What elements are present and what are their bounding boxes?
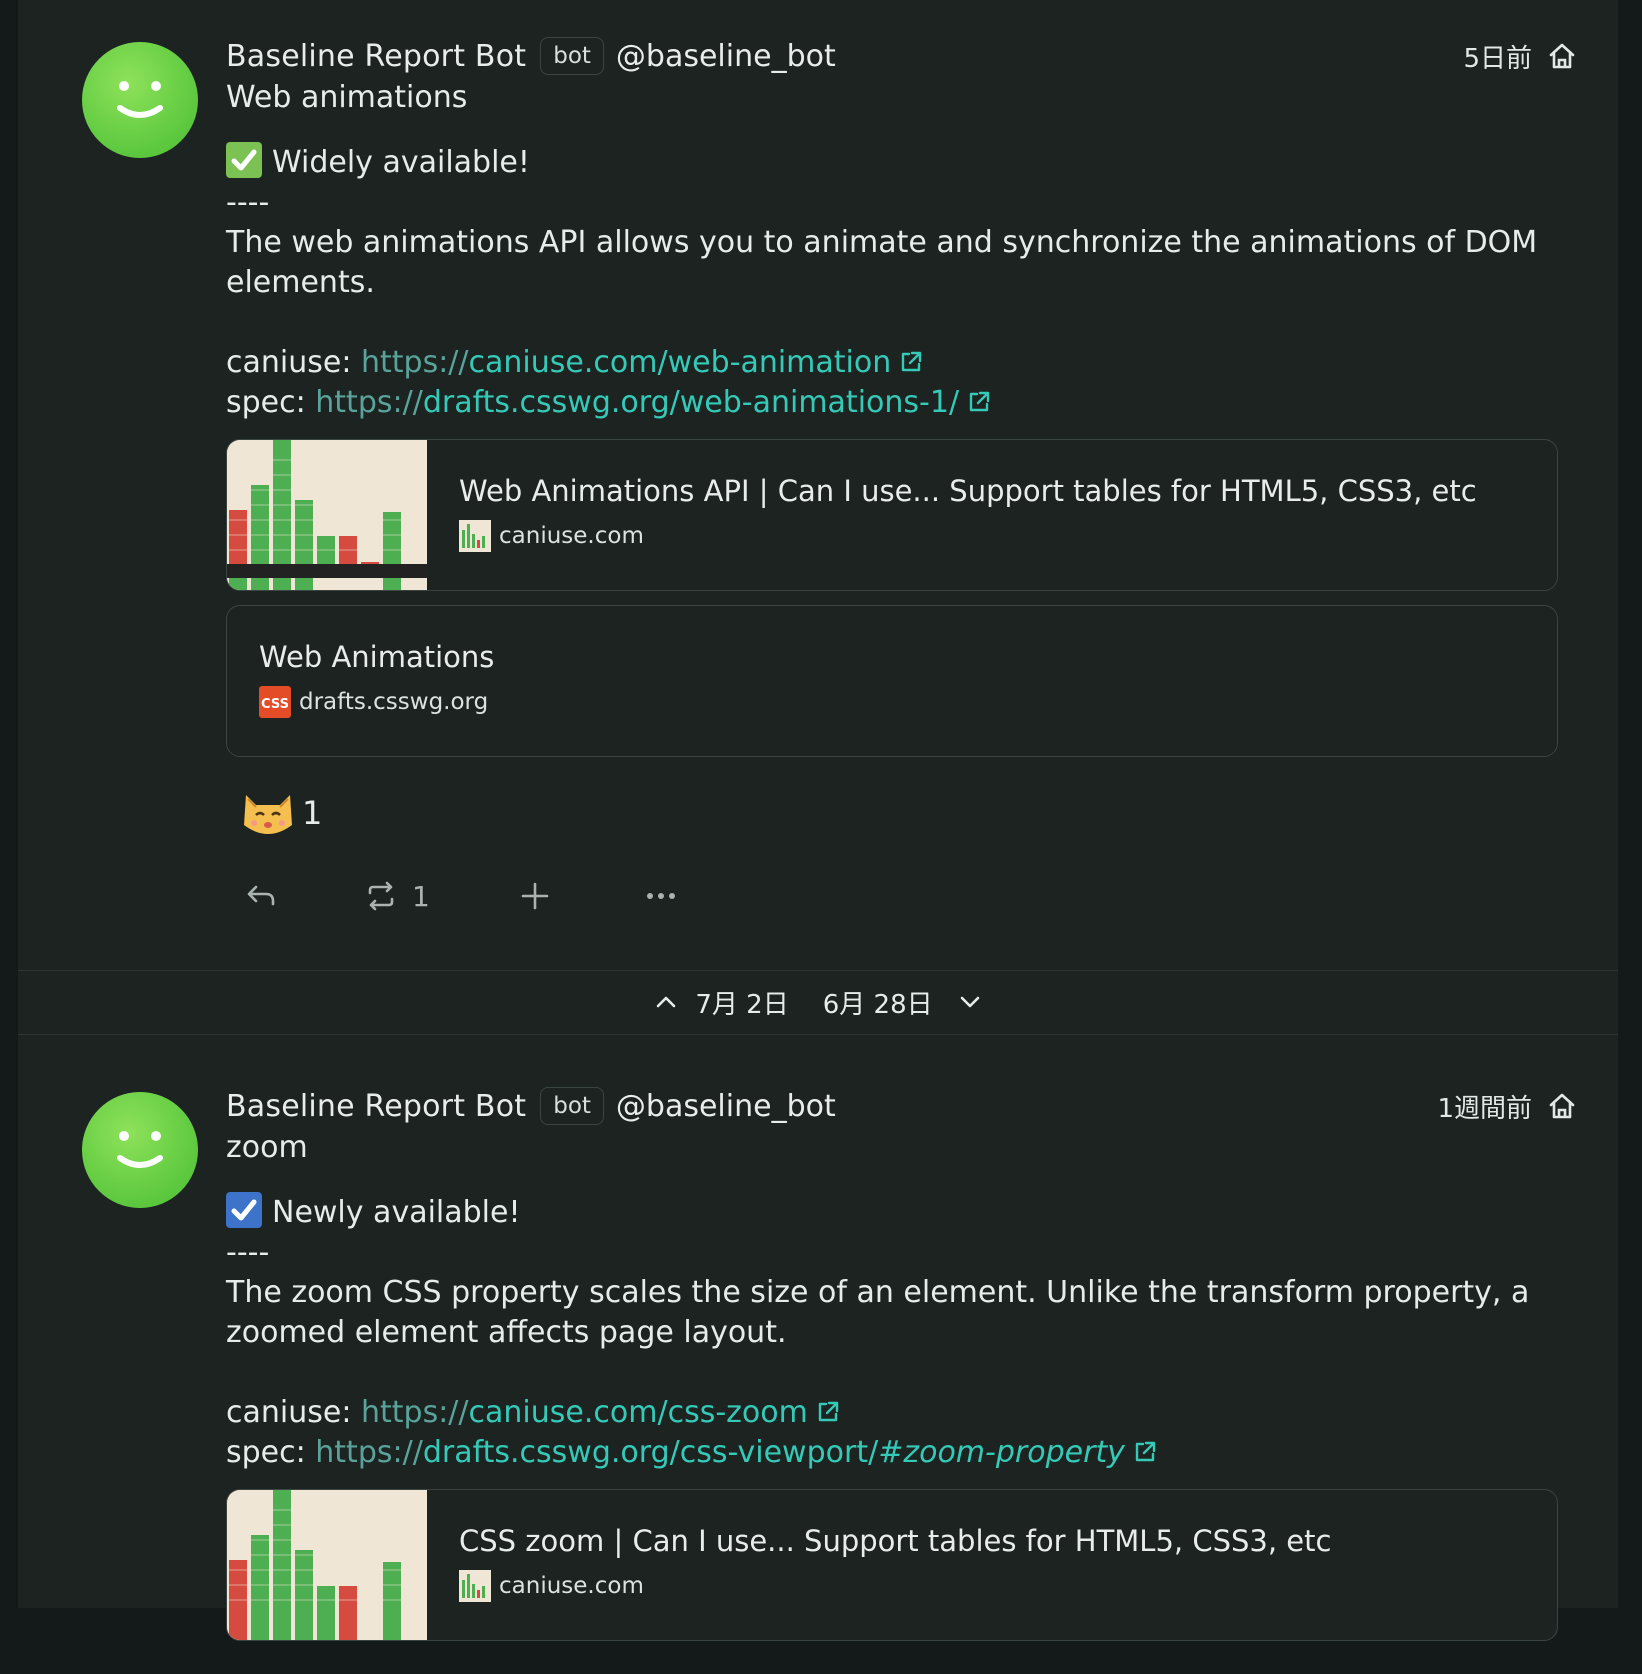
- avatar[interactable]: [82, 42, 198, 158]
- date-separator: 7月 2日 6月 28日: [18, 970, 1618, 1034]
- content-warning: zoom: [226, 1130, 308, 1165]
- smiley-avatar-icon: [117, 81, 163, 118]
- more-horizontal-icon: [646, 893, 675, 899]
- separator-text: ----: [226, 1235, 270, 1270]
- timeline-column: Baseline Report Bot bot @baseline_bot 5日…: [18, 0, 1618, 1641]
- note[interactable]: Baseline Report Bot bot @baseline_bot 5日…: [18, 0, 1618, 970]
- caniuse-link[interactable]: https://caniuse.com/css-zoom: [361, 1395, 842, 1430]
- card-title: CSS zoom | Can I use... Support tables f…: [459, 1524, 1332, 1558]
- note-time[interactable]: 1週間前: [1437, 1088, 1532, 1125]
- check-box-icon: [226, 1192, 262, 1228]
- home-icon: [1549, 1093, 1575, 1119]
- status-text: Newly available!: [272, 1195, 521, 1230]
- username[interactable]: @baseline_bot: [616, 1089, 836, 1124]
- external-link-icon: [1135, 1441, 1156, 1462]
- renote-count: 1: [412, 879, 430, 913]
- url-preview-card[interactable]: Web Animations API | Can I use... Suppor…: [226, 439, 1558, 591]
- username[interactable]: @baseline_bot: [616, 39, 836, 74]
- external-link-icon: [902, 351, 922, 372]
- plus-icon: [521, 882, 549, 910]
- reactions-bar: 1: [226, 783, 1578, 843]
- display-name[interactable]: Baseline Report Bot: [226, 1089, 526, 1124]
- spec-link[interactable]: https://drafts.csswg.org/web-animations-…: [315, 385, 993, 420]
- avatar[interactable]: [82, 1092, 198, 1208]
- card-site-name: drafts.csswg.org: [299, 689, 489, 715]
- note-time[interactable]: 5日前: [1463, 38, 1532, 75]
- display-name[interactable]: Baseline Report Bot: [226, 39, 526, 74]
- check-mark-button-icon: [226, 142, 262, 178]
- more-button[interactable]: [644, 879, 678, 913]
- card-title: Web Animations: [259, 640, 495, 674]
- content-warning: Web animations: [226, 80, 468, 115]
- description-text: The web animations API allows you to ani…: [226, 225, 1538, 300]
- reaction-count: 1: [302, 794, 323, 832]
- svg-text:CSS: CSS: [261, 697, 289, 712]
- css-favicon-icon: CSS: [259, 686, 291, 718]
- description-text: The zoom CSS property scales the size of…: [226, 1275, 1530, 1350]
- add-reaction-button[interactable]: [518, 879, 552, 913]
- url-preview-card[interactable]: Web Animations CSS drafts.csswg.org: [226, 605, 1558, 757]
- renote-button[interactable]: 1: [364, 879, 430, 913]
- home-icon: [1549, 43, 1575, 69]
- smiley-avatar-icon: [117, 1131, 163, 1168]
- status-text: Widely available!: [272, 145, 530, 180]
- note[interactable]: Baseline Report Bot bot @baseline_bot 1週…: [18, 1034, 1618, 1674]
- card-site-name: caniuse.com: [499, 523, 644, 549]
- caniuse-label: caniuse:: [226, 345, 361, 380]
- note-actions: 1: [226, 871, 1578, 921]
- repeat-icon: [368, 881, 394, 911]
- reply-icon: [247, 885, 275, 906]
- caniuse-favicon-icon: [459, 1570, 491, 1602]
- note-body: Widely available! ---- The web animation…: [226, 142, 1578, 423]
- prev-date: 7月 2日: [695, 989, 789, 1020]
- bot-badge: bot: [540, 37, 604, 75]
- caniuse-favicon-icon: [459, 520, 491, 552]
- note-header: Baseline Report Bot bot @baseline_bot 5日…: [226, 36, 1578, 76]
- external-link-icon: [969, 391, 990, 412]
- preview-thumbnail: [227, 440, 427, 590]
- external-link-icon: [818, 1401, 839, 1422]
- card-site-name: caniuse.com: [499, 1573, 644, 1599]
- reply-button[interactable]: [244, 879, 278, 913]
- chevron-up-icon[interactable]: [653, 989, 679, 1015]
- caniuse-label: caniuse:: [226, 1395, 361, 1430]
- url-preview-card[interactable]: CSS zoom | Can I use... Support tables f…: [226, 1489, 1558, 1641]
- next-date: 6月 28日: [822, 989, 933, 1020]
- caniuse-link[interactable]: https://caniuse.com/web-animation: [361, 345, 925, 380]
- chevron-down-icon[interactable]: [957, 989, 983, 1015]
- bot-badge: bot: [540, 1087, 604, 1125]
- preview-thumbnail: [227, 1490, 427, 1640]
- spec-label: spec:: [226, 385, 316, 420]
- note-header: Baseline Report Bot bot @baseline_bot 1週…: [226, 1086, 1578, 1126]
- card-title: Web Animations API | Can I use... Suppor…: [459, 474, 1477, 508]
- spec-link[interactable]: https://drafts.csswg.org/css-viewport/#z…: [315, 1435, 1159, 1470]
- spec-label: spec:: [226, 1435, 316, 1470]
- note-body: Newly available! ---- The zoom CSS prope…: [226, 1192, 1578, 1473]
- separator-text: ----: [226, 185, 270, 220]
- cat-face-emoji-icon: [244, 795, 292, 834]
- reaction-button[interactable]: 1: [240, 785, 322, 841]
